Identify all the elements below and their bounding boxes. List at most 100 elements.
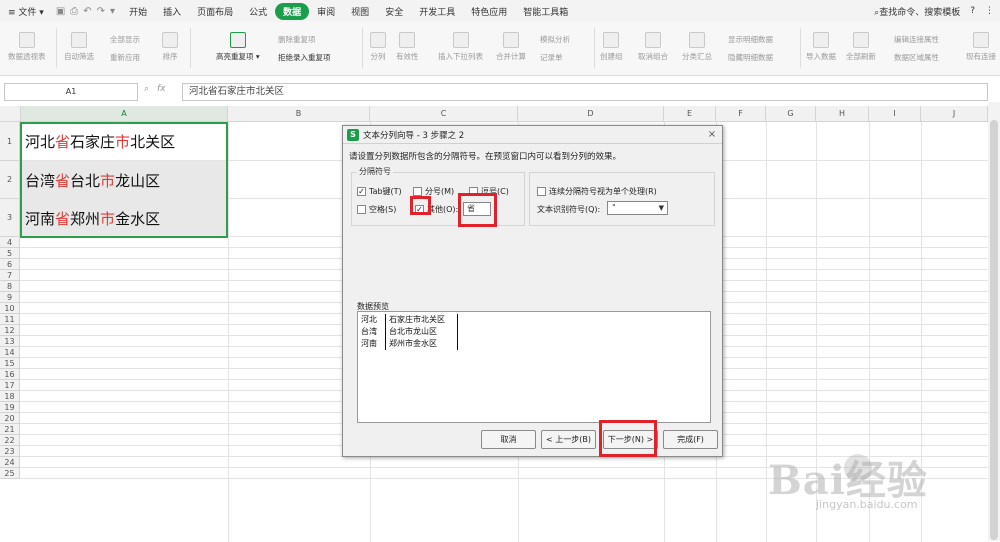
column-header-d[interactable]: D	[518, 106, 664, 122]
row-header[interactable]: 20	[0, 413, 20, 424]
row-header[interactable]: 17	[0, 380, 20, 391]
reject-duplicates-button[interactable]: 拒绝录入重复项	[278, 52, 331, 63]
data-region-props-button[interactable]: 数据区域属性	[894, 52, 939, 63]
row-header[interactable]: 5	[0, 248, 20, 259]
other-delimiter-input[interactable]: 省	[463, 202, 491, 216]
menu-view[interactable]: 视图	[343, 5, 377, 18]
row-header[interactable]: 18	[0, 391, 20, 402]
row-header[interactable]: 23	[0, 446, 20, 457]
consecutive-delimiter-checkbox[interactable]: 连续分隔符号视为单个处理(R)	[537, 186, 657, 197]
semicolon-checkbox[interactable]: 分号(M)	[413, 186, 454, 197]
record-form-button[interactable]: 记录单	[540, 52, 563, 63]
reapply-button[interactable]: 重新应用	[110, 52, 140, 63]
menu-formula[interactable]: 公式	[241, 5, 275, 18]
row-header[interactable]: 12	[0, 325, 20, 336]
row-header[interactable]: 22	[0, 435, 20, 446]
customize-icon[interactable]: ▾	[110, 6, 115, 17]
search-command[interactable]: ⌕查找命令、搜索模板	[874, 5, 960, 18]
row-header[interactable]: 8	[0, 281, 20, 292]
refresh-all-button[interactable]: 全部刷新	[846, 32, 876, 62]
row-header[interactable]: 16	[0, 369, 20, 380]
pivot-table-button[interactable]: 数据透视表	[8, 32, 46, 62]
what-if-button[interactable]: 模拟分析	[540, 34, 570, 45]
row-header[interactable]: 4	[0, 237, 20, 248]
other-checkbox[interactable]: ✓ 其他(O):	[415, 204, 458, 215]
row-header[interactable]: 13	[0, 336, 20, 347]
redo-icon[interactable]: ↷	[97, 6, 105, 17]
autofilter-button[interactable]: 自动筛选	[64, 32, 94, 62]
menu-home[interactable]: 开始	[121, 5, 155, 18]
menu-features[interactable]: 特色应用	[463, 5, 515, 18]
consolidate-button[interactable]: 合并计算	[496, 32, 526, 62]
edit-link-props-button[interactable]: 编辑连接属性	[894, 34, 939, 45]
scrollbar-thumb[interactable]	[990, 120, 998, 540]
name-box[interactable]: A1	[4, 83, 138, 101]
column-header-f[interactable]: F	[716, 106, 766, 122]
column-header-i[interactable]: I	[869, 106, 921, 122]
hide-detail-button[interactable]: 隐藏明细数据	[728, 52, 773, 63]
column-header-c[interactable]: C	[370, 106, 518, 122]
save-icon[interactable]: ▣	[56, 6, 65, 17]
back-button[interactable]: < 上一步(B)	[541, 430, 596, 449]
column-header-h[interactable]: H	[816, 106, 869, 122]
menu-security[interactable]: 安全	[377, 5, 411, 18]
menu-data[interactable]: 数据	[275, 2, 310, 20]
validity-button[interactable]: 有效性	[396, 32, 419, 62]
row-header[interactable]: 24	[0, 457, 20, 468]
row-header[interactable]: 3	[0, 199, 20, 237]
create-group-button[interactable]: 创建组	[600, 32, 623, 62]
zoom-icon[interactable]: ⌕	[144, 84, 149, 94]
insert-dropdown-button[interactable]: 插入下拉列表	[438, 32, 483, 62]
row-header[interactable]: 14	[0, 347, 20, 358]
existing-connections-button[interactable]: 现有连接	[966, 32, 996, 62]
menu-review[interactable]: 审阅	[309, 5, 343, 18]
row-header[interactable]: 6	[0, 259, 20, 270]
menu-page-layout[interactable]: 页面布局	[189, 5, 241, 18]
comma-checkbox[interactable]: 逗号(C)	[469, 186, 509, 197]
row-header[interactable]: 2	[0, 161, 20, 199]
fx-icon[interactable]: fx	[157, 84, 166, 94]
row-header[interactable]: 7	[0, 270, 20, 281]
remove-duplicates-button[interactable]: 删除重复项	[278, 34, 316, 45]
split-column-button[interactable]: 分列	[370, 32, 386, 62]
menu-developer[interactable]: 开发工具	[411, 5, 463, 18]
column-header-b[interactable]: B	[228, 106, 370, 122]
file-menu[interactable]: ≡ 文件 ▾	[0, 5, 52, 18]
help-icon[interactable]: ?	[970, 6, 975, 16]
menu-smart-tools[interactable]: 智能工具箱	[515, 5, 576, 18]
next-button[interactable]: 下一步(N) >	[603, 430, 658, 449]
cancel-button[interactable]: 取消	[481, 430, 536, 449]
text-qualifier-select[interactable]: " ▼	[607, 201, 668, 215]
show-detail-button[interactable]: 显示明细数据	[728, 34, 773, 45]
close-icon[interactable]: ×	[705, 128, 719, 141]
formula-input[interactable]: 河北省石家庄市北关区	[182, 83, 988, 101]
row-header[interactable]: 21	[0, 424, 20, 435]
row-header[interactable]: 11	[0, 314, 20, 325]
subtotal-button[interactable]: 分类汇总	[682, 32, 712, 62]
column-header-a[interactable]: A	[21, 106, 228, 122]
row-header[interactable]: 9	[0, 292, 20, 303]
select-all-corner[interactable]	[0, 106, 21, 122]
space-checkbox[interactable]: 空格(S)	[357, 204, 396, 215]
row-header[interactable]: 10	[0, 303, 20, 314]
column-header-g[interactable]: G	[766, 106, 816, 122]
cell-a1[interactable]: 河北省石家庄市北关区	[21, 122, 227, 161]
row-header[interactable]: 15	[0, 358, 20, 369]
finish-button[interactable]: 完成(F)	[663, 430, 718, 449]
cell-a2[interactable]: 台湾省台北市龙山区	[21, 161, 227, 199]
row-header[interactable]: 19	[0, 402, 20, 413]
column-header-e[interactable]: E	[664, 106, 716, 122]
highlight-duplicates-button[interactable]: 高亮重复项 ▾	[216, 32, 260, 62]
column-header-j[interactable]: J	[921, 106, 988, 122]
sort-button[interactable]: 排序	[162, 32, 178, 62]
cell-a3[interactable]: 河南省郑州市金水区	[21, 199, 227, 237]
row-header[interactable]: 1	[0, 122, 20, 161]
tab-checkbox[interactable]: ✓ Tab键(T)	[357, 186, 402, 197]
data-preview[interactable]: 河北 石家庄市北关区 台湾 台北市龙山区 河南 郑州市金水区	[357, 311, 711, 423]
row-header[interactable]: 25	[0, 468, 20, 479]
show-all-button[interactable]: 全部显示	[110, 34, 140, 45]
menu-insert[interactable]: 插入	[155, 5, 189, 18]
print-icon[interactable]: ⎙	[70, 6, 78, 17]
dialog-titlebar[interactable]: S 文本分列向导 - 3 步骤之 2	[343, 126, 722, 144]
undo-icon[interactable]: ↶	[83, 6, 91, 17]
